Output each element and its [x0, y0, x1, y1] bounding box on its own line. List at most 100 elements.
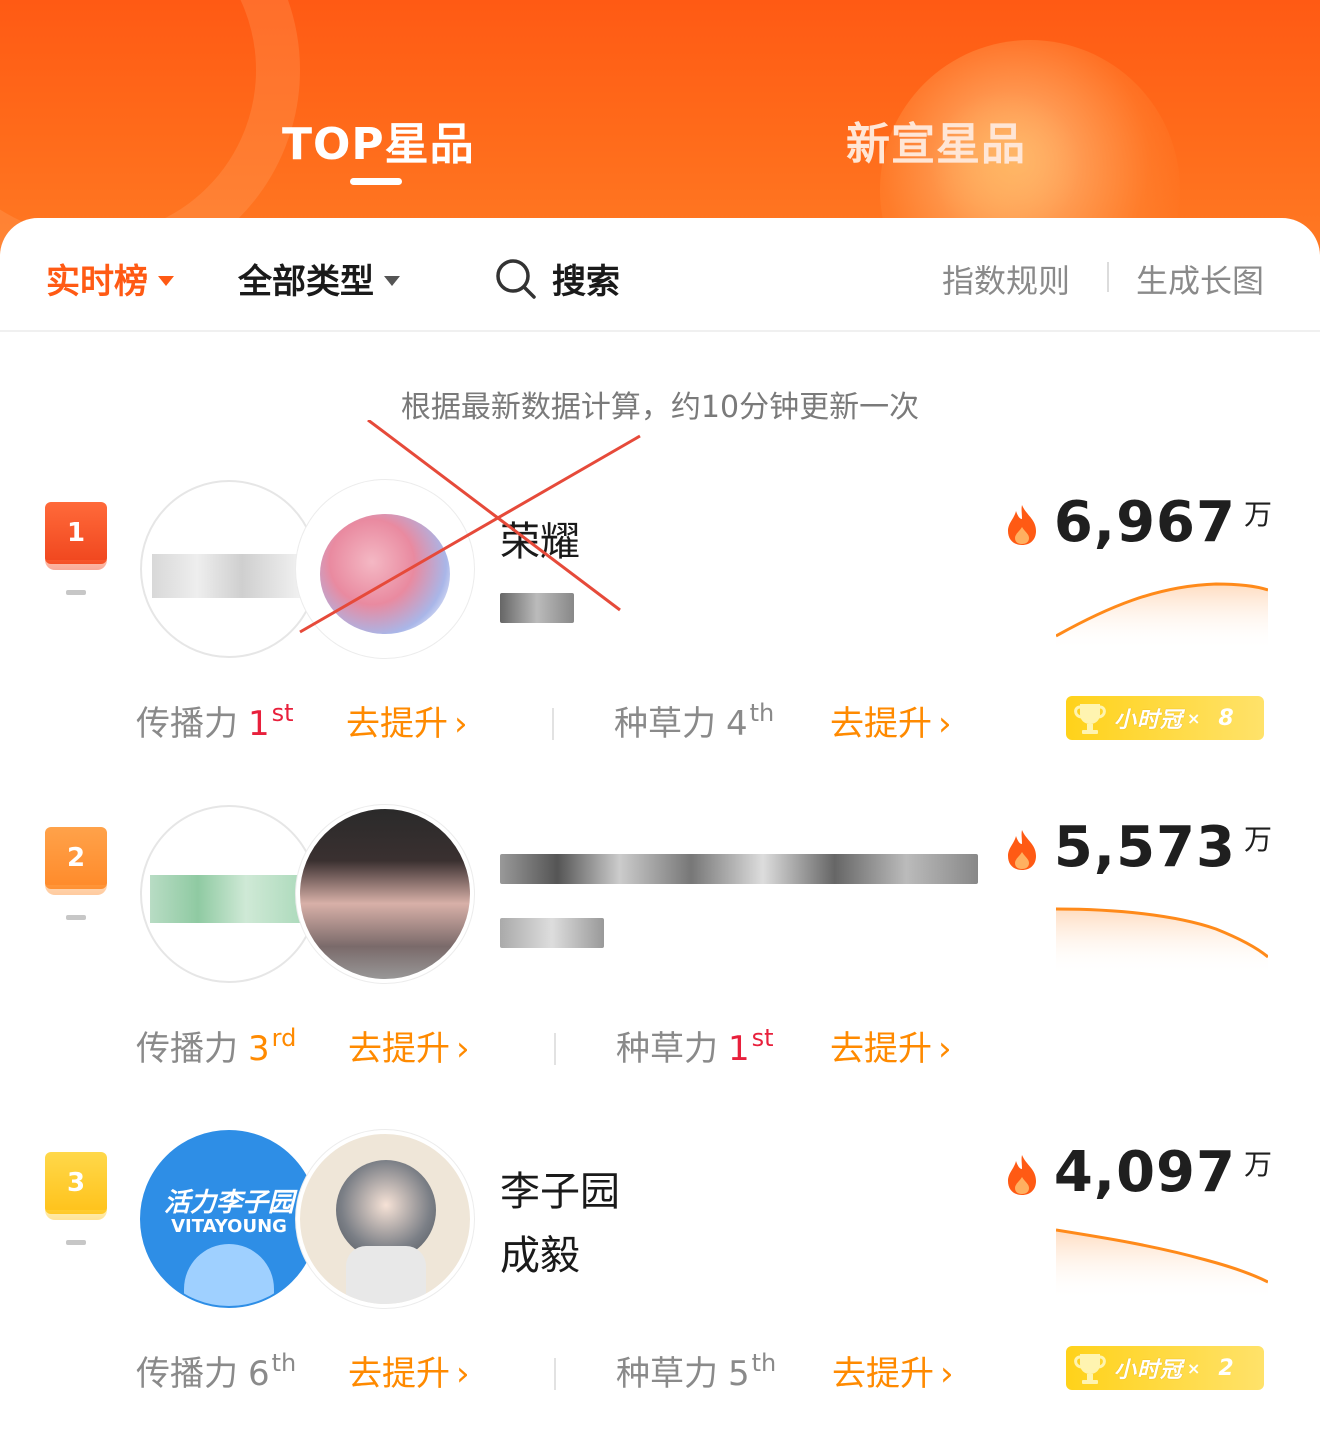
chevron-right-icon: ›: [456, 1029, 470, 1069]
rank-change-indicator: [66, 1240, 86, 1245]
score-value: 6,967: [1053, 490, 1236, 555]
spread-label: 传播力: [136, 1354, 238, 1394]
divider: [554, 1358, 556, 1390]
seeding-power: 种草力 1st: [616, 1021, 774, 1070]
seed-rank: 5th: [728, 1349, 777, 1394]
spread-rank: 3rd: [248, 1024, 297, 1069]
brand-avatar[interactable]: [140, 805, 318, 983]
divider: [554, 1033, 556, 1065]
flame-icon: [1007, 1155, 1036, 1195]
category-dropdown[interactable]: 全部类型: [238, 254, 400, 303]
chevron-right-icon: ›: [938, 704, 952, 744]
avatar-figure: [346, 1246, 426, 1304]
avatar-image: [320, 514, 450, 634]
improve-spread-link[interactable]: 去提升 ›: [348, 1346, 470, 1395]
heat-score: 4,097 万: [1004, 1140, 1272, 1205]
celebrity-avatar[interactable]: [296, 1130, 474, 1308]
seed-label: 种草力: [614, 704, 716, 744]
trend-sparkline: [1056, 1228, 1268, 1300]
brand-logo-subtext: VITAYOUNG: [171, 1216, 287, 1237]
trophy-icon: [1074, 1354, 1106, 1384]
improve-seed-link[interactable]: 去提升 ›: [830, 696, 952, 745]
brand-name: [500, 835, 978, 899]
seed-rank: 4th: [726, 699, 775, 744]
improve-seed-link[interactable]: 去提升 ›: [832, 1346, 954, 1395]
hourly-crown-badge: 小时冠 × 8: [1066, 696, 1264, 740]
score-value: 4,097: [1053, 1140, 1236, 1205]
improve-seed-link[interactable]: 去提升 ›: [830, 1021, 952, 1070]
chevron-right-icon: ›: [938, 1029, 952, 1069]
celebrity-avatar[interactable]: [296, 480, 474, 658]
realtime-ranking-label: 实时榜: [46, 262, 148, 302]
celebrity-name: 成毅: [500, 1233, 580, 1279]
crown-label: 小时冠: [1114, 708, 1184, 733]
crown-multiplier: ×: [1187, 708, 1201, 728]
chevron-right-icon: ›: [456, 1354, 470, 1394]
seeding-power: 种草力 5th: [616, 1346, 776, 1395]
spread-power: 传播力 1st: [136, 696, 294, 745]
caret-down-icon: [158, 275, 174, 286]
rank-change-indicator: [66, 915, 86, 920]
spread-power: 传播力 3rd: [136, 1021, 296, 1070]
index-rules-link[interactable]: 指数规则: [942, 256, 1070, 302]
avatar-image: [300, 809, 470, 979]
brand-logo-text: 活力李子园: [163, 1188, 294, 1218]
celebrity-name: [500, 899, 978, 963]
tab-active-indicator: [350, 178, 402, 185]
row-names: 荣耀: [500, 510, 580, 638]
realtime-ranking-dropdown[interactable]: 实时榜: [46, 254, 174, 303]
crown-count: 8: [1218, 705, 1234, 731]
seed-label: 种草力: [616, 1029, 718, 1069]
tab-new-products[interactable]: 新宣星品: [846, 108, 1026, 172]
flame-icon: [1007, 505, 1036, 545]
search-button[interactable]: 搜索: [494, 254, 620, 303]
spread-power: 传播力 6th: [136, 1346, 296, 1395]
avatar-image: [336, 1160, 436, 1260]
blurred-logo: [150, 875, 310, 923]
brand-name: 李子园: [500, 1169, 620, 1215]
spread-label: 传播力: [136, 1029, 238, 1069]
seeding-power: 种草力 4th: [614, 696, 774, 745]
search-label: 搜索: [552, 262, 620, 302]
ranking-row-1[interactable]: 1 荣耀 6,967 万 传播力1st 去提升› 种草力4th 去提升›: [0, 480, 1320, 780]
chevron-right-icon: ›: [454, 704, 468, 744]
ranking-row-2[interactable]: 2 5,573 万 传播力 3rd 去提升 › 种草力 1st 去提升 ›: [0, 805, 1320, 1105]
flame-icon: [1007, 830, 1036, 870]
score-unit: 万: [1243, 823, 1272, 856]
blurred-logo: [152, 554, 302, 598]
celebrity-name: [500, 574, 580, 638]
metrics-bar: 传播力 3rd 去提升 › 种草力 1st 去提升 ›: [0, 1015, 1320, 1075]
caret-down-icon: [384, 275, 400, 286]
improve-spread-link[interactable]: 去提升 ›: [346, 696, 468, 745]
score-value: 5,573: [1053, 815, 1236, 880]
category-label: 全部类型: [238, 262, 374, 302]
trend-sparkline: [1056, 907, 1268, 975]
crown-label: 小时冠: [1114, 1358, 1184, 1383]
brand-avatar[interactable]: [140, 480, 318, 658]
row-names: 李子园 成毅: [500, 1160, 620, 1288]
divider: [552, 708, 554, 740]
rank-change-indicator: [66, 590, 86, 595]
improve-spread-link[interactable]: 去提升 ›: [348, 1021, 470, 1070]
spread-rank: 6th: [248, 1349, 297, 1394]
hourly-crown-badge: 小时冠 × 2: [1066, 1346, 1264, 1390]
metrics-bar: 传播力 1st 去提升 › 种草力 4th 去提升 › 小时冠 × 8: [0, 690, 1320, 750]
score-unit: 万: [1243, 1148, 1272, 1181]
rank-badge: 3: [45, 1152, 107, 1220]
search-icon: [496, 258, 536, 299]
celebrity-avatar[interactable]: [296, 805, 474, 983]
heat-score: 5,573 万: [1004, 815, 1272, 880]
metrics-bar: 传播力 6th 去提升 › 种草力 5th 去提升 › 小时冠 × 2: [0, 1340, 1320, 1400]
row-names: [500, 835, 978, 963]
seed-label: 种草力: [616, 1354, 718, 1394]
filter-bar: 实时榜 全部类型 搜索 指数规则 生成长图: [0, 218, 1320, 332]
tab-top-products[interactable]: TOP星品: [282, 108, 475, 172]
trophy-icon: [1074, 704, 1106, 734]
chevron-right-icon: ›: [940, 1354, 954, 1394]
brand-avatar[interactable]: 活力李子园 VITAYOUNG: [140, 1130, 318, 1308]
score-unit: 万: [1243, 498, 1272, 531]
mascot-image: [184, 1244, 274, 1306]
rank-badge: 2: [45, 827, 107, 895]
generate-long-image-link[interactable]: 生成长图: [1136, 256, 1264, 302]
ranking-row-3[interactable]: 3 活力李子园 VITAYOUNG 李子园 成毅 4,097 万 传播力 6th …: [0, 1130, 1320, 1430]
